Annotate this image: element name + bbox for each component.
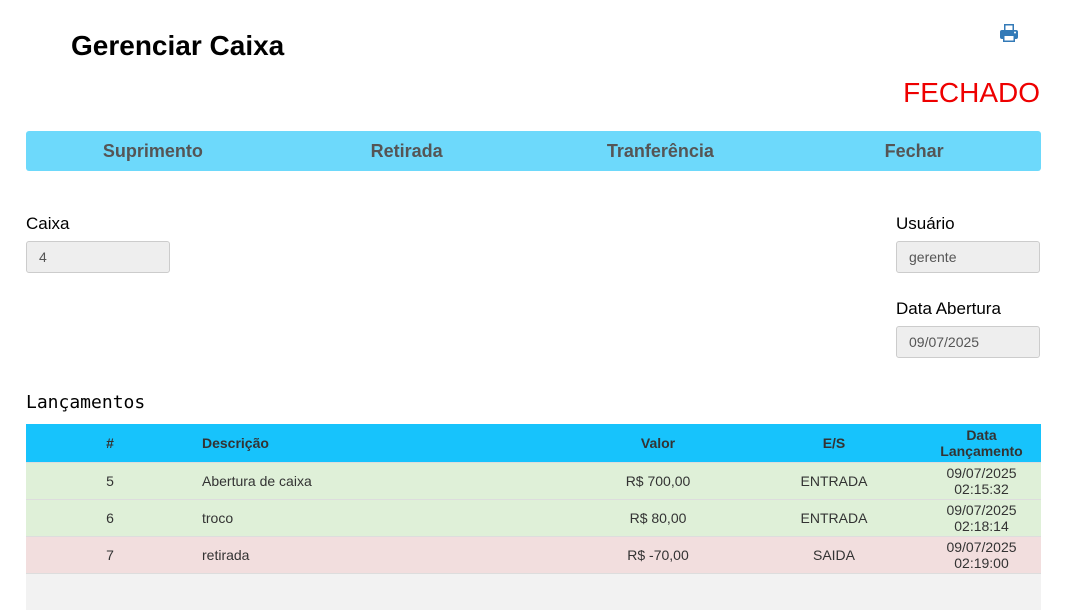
cell-id: 5 xyxy=(26,463,194,500)
suprimento-button[interactable]: Suprimento xyxy=(26,131,280,171)
empty-cell xyxy=(922,574,1041,610)
print-icon xyxy=(998,22,1020,44)
table-row[interactable]: 5 Abertura de caixa R$ 700,00 ENTRADA 09… xyxy=(26,463,1041,500)
cell-es: SAIDA xyxy=(746,537,922,574)
print-button[interactable] xyxy=(998,22,1020,44)
cell-descricao: retirada xyxy=(194,537,570,574)
table-row[interactable]: 7 retirada R$ -70,00 SAIDA 09/07/2025 02… xyxy=(26,537,1041,574)
fechar-button[interactable]: Fechar xyxy=(787,131,1041,171)
column-header-valor: Valor xyxy=(570,424,746,463)
data-abertura-label: Data Abertura xyxy=(896,299,1001,319)
table-header-row: # Descrição Valor E/S Data Lançamento xyxy=(26,424,1041,463)
column-header-descricao: Descrição xyxy=(194,424,570,463)
cell-data: 09/07/2025 02:18:14 xyxy=(922,500,1041,537)
cell-descricao: troco xyxy=(194,500,570,537)
column-header-data: Data Lançamento xyxy=(922,424,1041,463)
cell-valor: R$ 700,00 xyxy=(570,463,746,500)
section-title: Lançamentos xyxy=(26,392,145,414)
cell-es: ENTRADA xyxy=(746,500,922,537)
cell-es: ENTRADA xyxy=(746,463,922,500)
cell-valor: R$ -70,00 xyxy=(570,537,746,574)
column-header-es: E/S xyxy=(746,424,922,463)
usuario-label: Usuário xyxy=(896,214,955,234)
table-row-empty xyxy=(26,574,1041,610)
usuario-field[interactable] xyxy=(896,241,1040,273)
cell-descricao: Abertura de caixa xyxy=(194,463,570,500)
empty-cell xyxy=(570,574,746,610)
action-bar: Suprimento Retirada Tranferência Fechar xyxy=(26,131,1041,171)
empty-cell xyxy=(746,574,922,610)
data-abertura-field[interactable] xyxy=(896,326,1040,358)
page-title: Gerenciar Caixa xyxy=(71,28,284,64)
transferencia-button[interactable]: Tranferência xyxy=(534,131,788,171)
retirada-button[interactable]: Retirada xyxy=(280,131,534,171)
cell-id: 7 xyxy=(26,537,194,574)
cell-id: 6 xyxy=(26,500,194,537)
empty-cell xyxy=(26,574,194,610)
caixa-label: Caixa xyxy=(26,214,69,234)
cell-data: 09/07/2025 02:15:32 xyxy=(922,463,1041,500)
status-label: FECHADO xyxy=(903,76,1040,110)
column-header-id: # xyxy=(26,424,194,463)
launches-table: # Descrição Valor E/S Data Lançamento 5 … xyxy=(26,424,1041,610)
table-row[interactable]: 6 troco R$ 80,00 ENTRADA 09/07/2025 02:1… xyxy=(26,500,1041,537)
cell-valor: R$ 80,00 xyxy=(570,500,746,537)
cell-data: 09/07/2025 02:19:00 xyxy=(922,537,1041,574)
caixa-field[interactable] xyxy=(26,241,170,273)
empty-cell xyxy=(194,574,570,610)
